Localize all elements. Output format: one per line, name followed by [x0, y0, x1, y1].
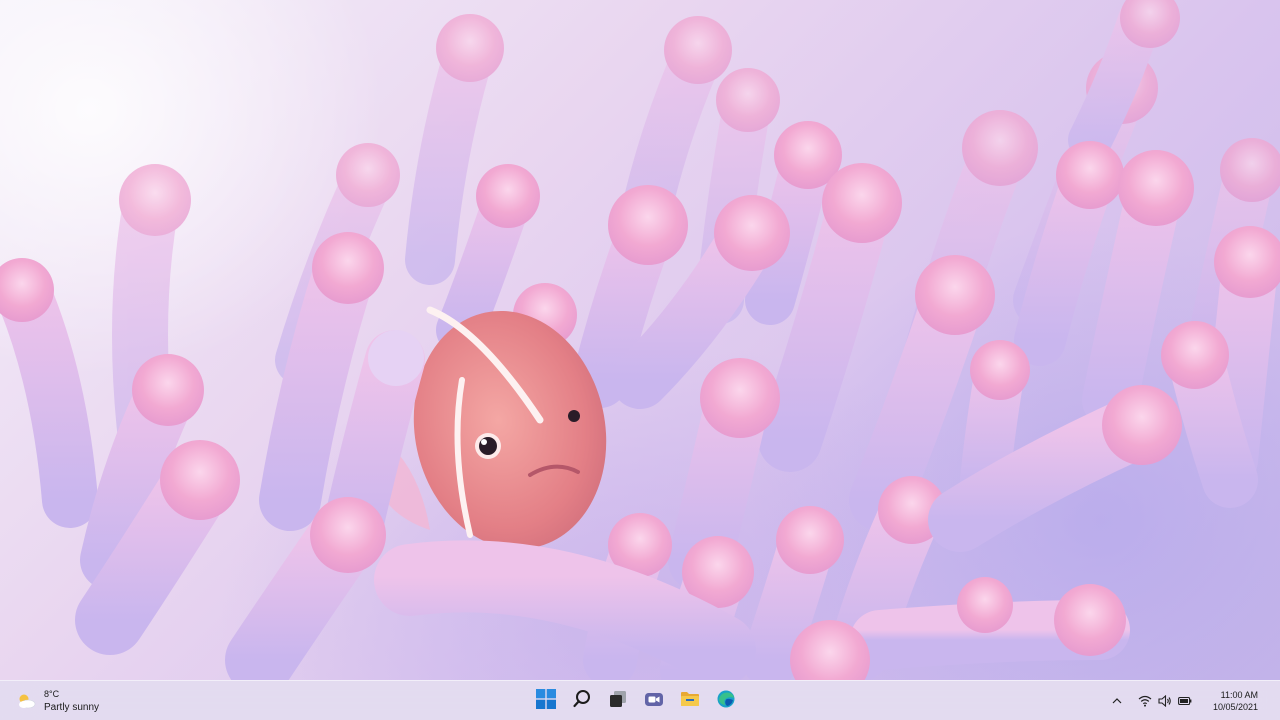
folder-icon	[680, 689, 700, 714]
anemone-illustration	[0, 0, 1280, 680]
show-hidden-icons-button[interactable]	[1108, 689, 1126, 713]
chevron-up-icon	[1112, 695, 1122, 707]
search-icon	[572, 689, 592, 714]
quick-settings-button[interactable]	[1132, 687, 1198, 715]
file-explorer-button[interactable]	[674, 685, 706, 717]
windows-logo-icon	[536, 688, 556, 714]
system-tray: 11:00 AM 10/05/2021	[1108, 681, 1280, 720]
taskbar: 8°C Partly sunny 11:00 AM 10/05/2021	[0, 680, 1280, 720]
task-view-button[interactable]	[602, 685, 634, 717]
weather-temperature: 8°C	[44, 689, 60, 699]
taskbar-apps	[530, 681, 742, 720]
search-button[interactable]	[566, 685, 598, 717]
clock-button[interactable]: 11:00 AM 10/05/2021	[1204, 685, 1274, 717]
wifi-icon	[1138, 694, 1152, 708]
start-button[interactable]	[530, 685, 562, 717]
desktop-wallpaper	[0, 0, 1280, 680]
show-desktop-button[interactable]	[1274, 681, 1280, 720]
weather-text: 8°C Partly sunny	[44, 688, 99, 714]
weather-widget[interactable]: 8°C Partly sunny	[10, 681, 140, 720]
battery-icon	[1178, 694, 1192, 708]
edge-button[interactable]	[710, 685, 742, 717]
speaker-icon	[1158, 694, 1172, 708]
weather-condition: Partly sunny	[44, 702, 100, 713]
task-view-icon	[608, 689, 628, 714]
partly-cloudy-icon	[16, 693, 36, 709]
clock-time: 11:00 AM	[1220, 690, 1258, 700]
edge-browser-icon	[716, 689, 736, 714]
clock-date: 10/05/2021	[1212, 702, 1258, 712]
teams-chat-icon	[644, 689, 664, 714]
chat-button[interactable]	[638, 685, 670, 717]
